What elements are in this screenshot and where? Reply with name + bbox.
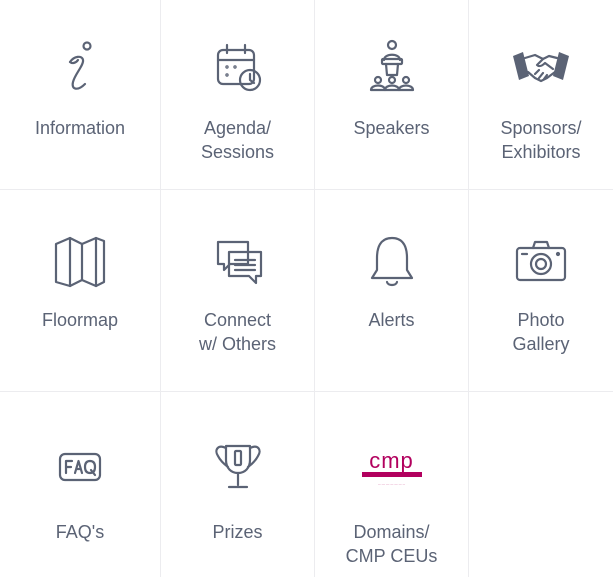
tile-information[interactable]: Information bbox=[0, 0, 161, 190]
tile-label: Speakers bbox=[353, 118, 430, 138]
trophy-icon bbox=[206, 436, 270, 500]
folded-map-icon bbox=[48, 230, 112, 294]
chat-bubbles-icon bbox=[206, 230, 270, 294]
bell-icon bbox=[360, 230, 424, 294]
info-icon bbox=[48, 36, 112, 100]
faq-icon bbox=[48, 436, 112, 500]
tile-label: Connect w/ Others bbox=[198, 310, 277, 354]
tile-speakers[interactable]: Speakers bbox=[315, 0, 469, 190]
camera-icon bbox=[509, 230, 573, 294]
tile-label: Sponsors/ Exhibitors bbox=[500, 118, 582, 162]
tile-label: Agenda/ Sessions bbox=[200, 118, 275, 162]
tile-domains-cmp-ceus[interactable]: cmp ..................... Domains/ CMP C… bbox=[315, 392, 469, 577]
cmp-logo-bar bbox=[361, 471, 422, 477]
tile-label: Floormap bbox=[41, 310, 119, 330]
feature-menu-grid: Information Agenda/ Sessions Speakers Sp… bbox=[0, 0, 613, 577]
tile-label: Domains/ CMP CEUs bbox=[345, 522, 438, 566]
cmp-logo: cmp ..................... bbox=[360, 447, 424, 486]
tile-alerts[interactable]: Alerts bbox=[315, 190, 469, 392]
tile-photo-gallery[interactable]: Photo Gallery bbox=[469, 190, 613, 392]
cmp-logo-icon: cmp ..................... bbox=[360, 436, 424, 500]
tile-floormap[interactable]: Floormap bbox=[0, 190, 161, 392]
cmp-logo-tagline: ..................... bbox=[377, 480, 406, 486]
tile-connect-others[interactable]: Connect w/ Others bbox=[161, 190, 315, 392]
cmp-logo-wordmark: cmp bbox=[369, 447, 414, 473]
calendar-clock-icon bbox=[206, 36, 270, 100]
speaker-podium-icon bbox=[360, 36, 424, 100]
tile-label: Prizes bbox=[212, 522, 263, 542]
tile-label: Information bbox=[34, 118, 126, 138]
tile-prizes[interactable]: Prizes bbox=[161, 392, 315, 577]
tile-agenda-sessions[interactable]: Agenda/ Sessions bbox=[161, 0, 315, 190]
handshake-icon bbox=[509, 36, 573, 100]
empty-tile bbox=[469, 392, 613, 577]
tile-faqs[interactable]: FAQ's bbox=[0, 392, 161, 577]
tile-label: Alerts bbox=[368, 310, 415, 330]
tile-label: FAQ's bbox=[55, 522, 105, 542]
tile-label: Photo Gallery bbox=[512, 310, 570, 354]
tile-sponsors-exhibitors[interactable]: Sponsors/ Exhibitors bbox=[469, 0, 613, 190]
